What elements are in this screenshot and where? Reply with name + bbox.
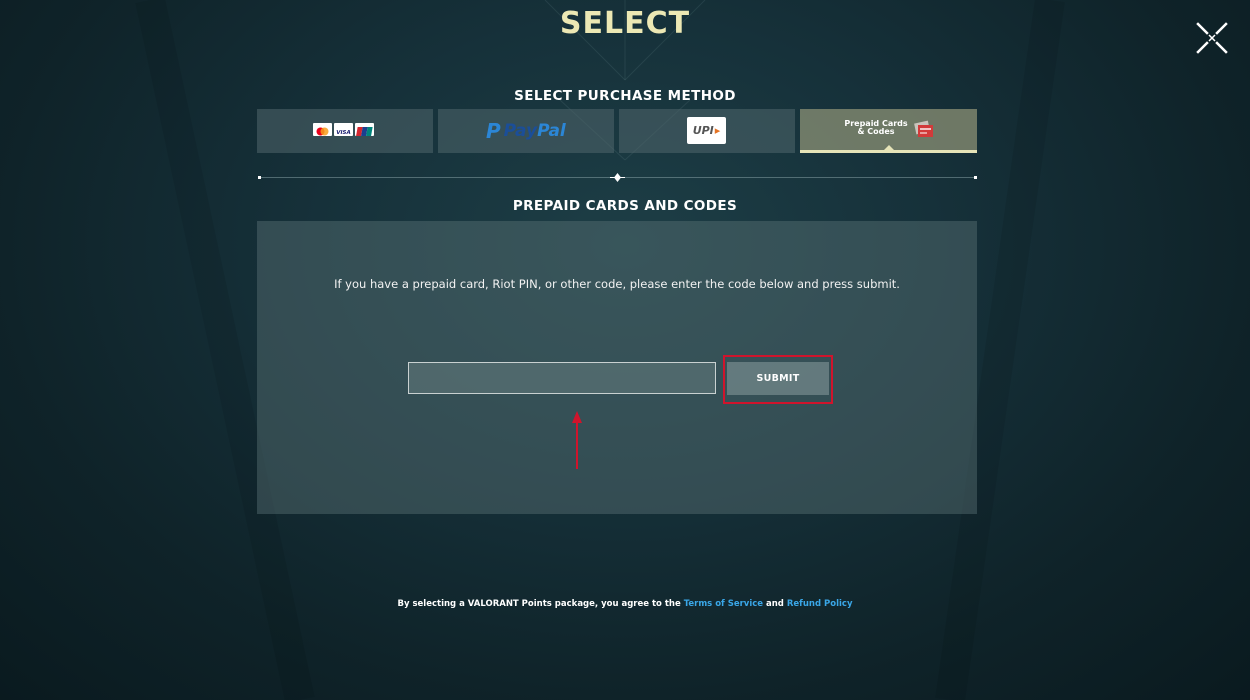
tab-paypal[interactable]: P PayPal — [438, 109, 614, 153]
terms-of-service-link[interactable]: Terms of Service — [684, 599, 763, 609]
footer-legal: By selecting a VALORANT Points package, … — [397, 599, 853, 609]
upi-logo: UPI ▸ — [687, 117, 726, 144]
divider-dot-left — [258, 176, 261, 179]
upi-arrow-icon: ▸ — [714, 124, 721, 137]
purchase-method-heading: SELECT PURCHASE METHOD — [514, 88, 736, 104]
divider-dot-right — [974, 176, 977, 179]
mastercard-icon — [313, 123, 332, 136]
close-icon[interactable] — [1194, 20, 1230, 56]
tab-credit-cards[interactable]: VISA — [257, 109, 433, 153]
annotation-arrow-icon — [572, 411, 582, 469]
divider-ornament-icon — [610, 173, 625, 182]
submit-button[interactable]: SUBMIT — [727, 362, 829, 395]
tab-prepaid-cards[interactable]: Prepaid Cards & Codes — [800, 109, 977, 153]
unionpay-icon — [355, 123, 374, 136]
active-tab-indicator — [884, 145, 894, 150]
visa-icon: VISA — [334, 123, 353, 136]
tab-upi[interactable]: UPI ▸ — [619, 109, 795, 153]
card-logos: VISA — [313, 123, 374, 136]
page-title: SELECT — [559, 6, 691, 41]
visa-text: VISA — [336, 130, 351, 136]
paypal-icon: P — [486, 119, 501, 143]
gift-cards-icon — [914, 120, 933, 137]
refund-policy-link[interactable]: Refund Policy — [787, 599, 853, 609]
paypal-logo: P PayPal — [486, 119, 566, 143]
prepaid-instructions: If you have a prepaid card, Riot PIN, or… — [334, 277, 900, 291]
prepaid-tab-label: Prepaid Cards & Codes — [844, 119, 908, 136]
code-input[interactable] — [408, 362, 716, 394]
prepaid-panel: If you have a prepaid card, Riot PIN, or… — [257, 221, 977, 514]
purchase-method-tabs: VISA P PayPal UPI ▸ Prepaid Cards & Code… — [257, 109, 977, 154]
prepaid-section-heading: PREPAID CARDS AND CODES — [512, 198, 738, 214]
